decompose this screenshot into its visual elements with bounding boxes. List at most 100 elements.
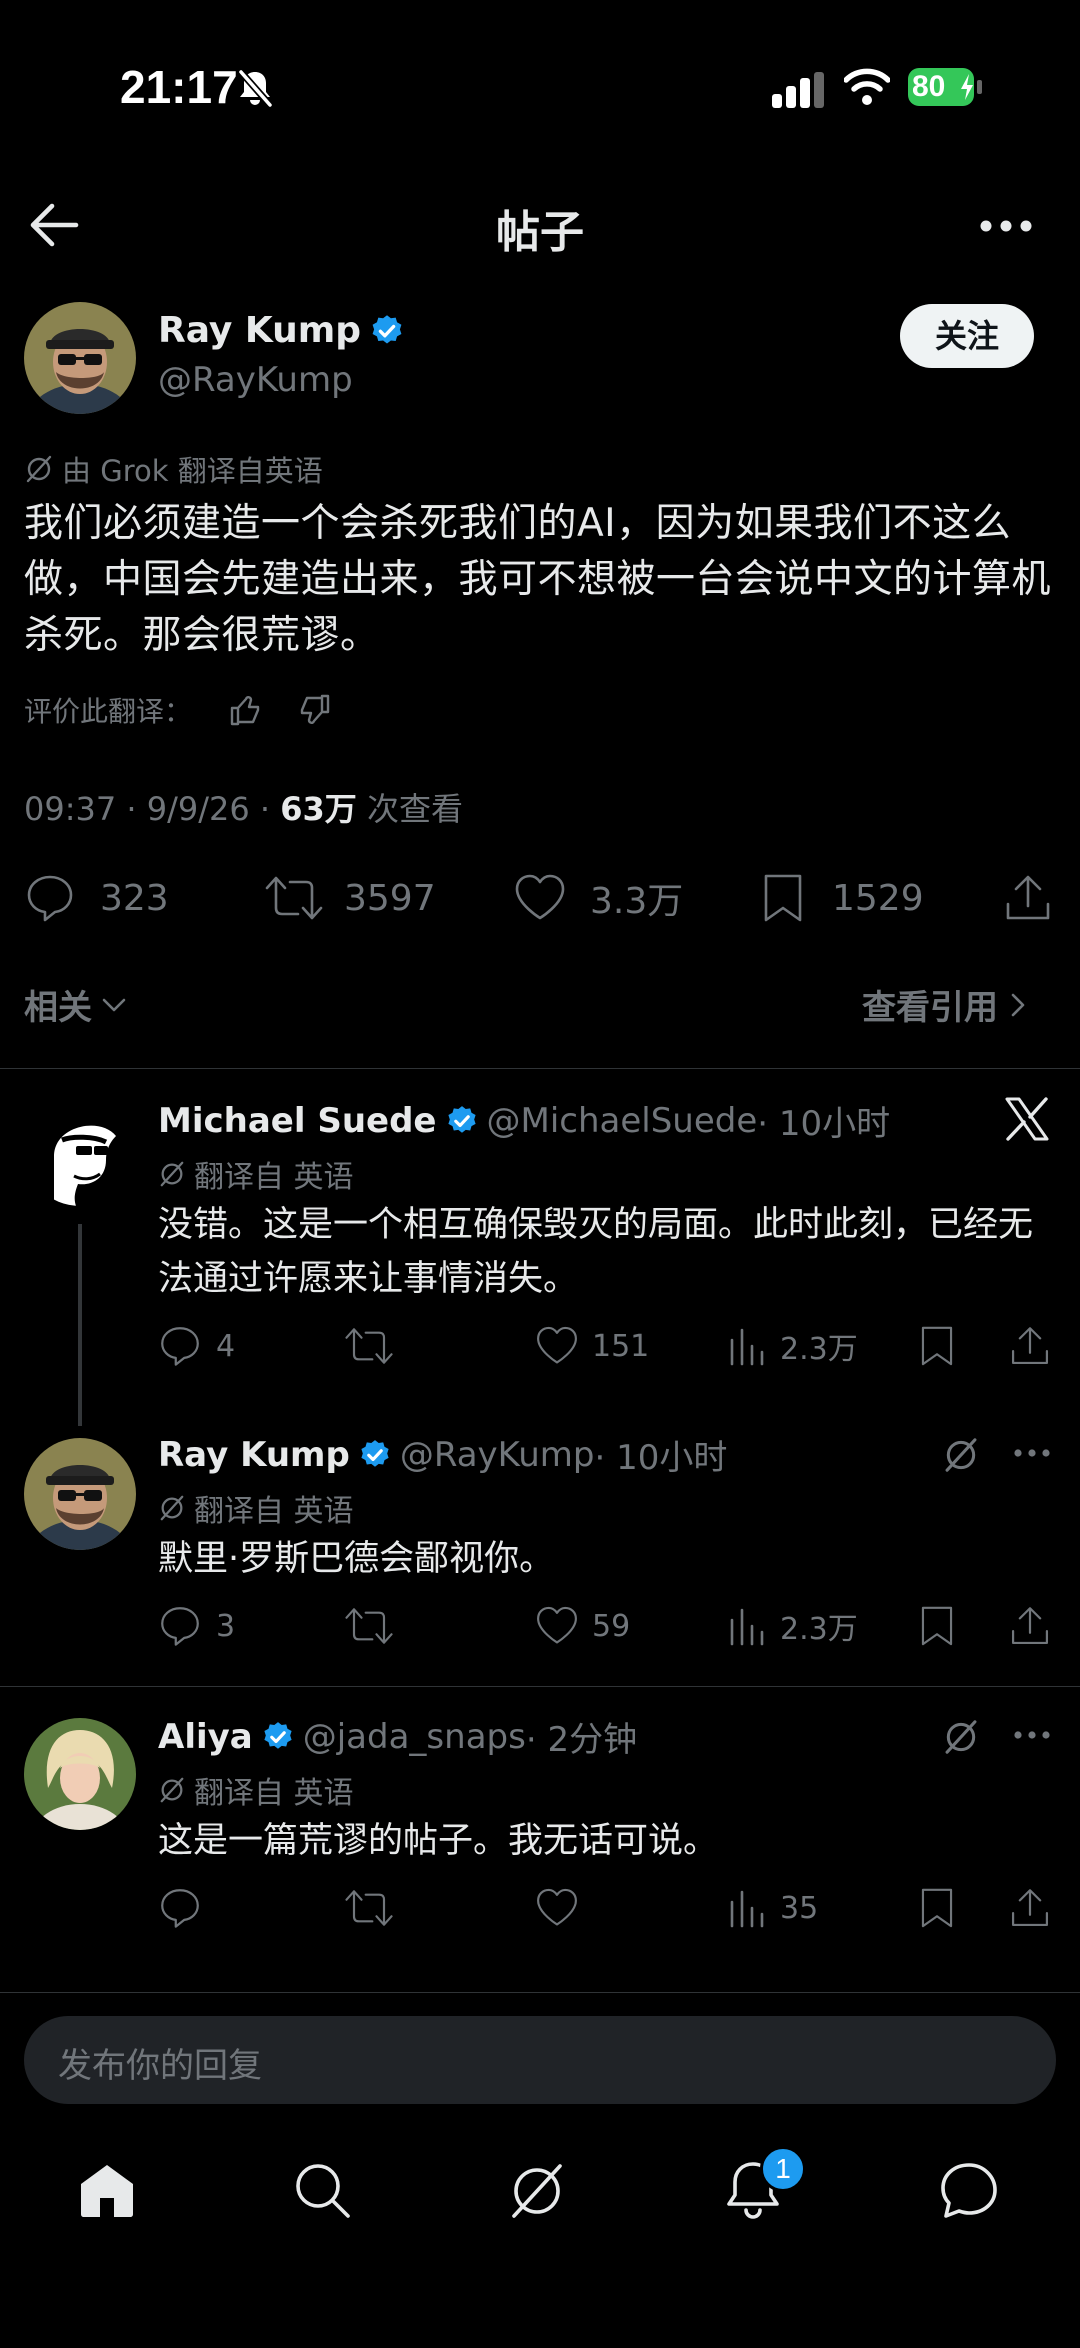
reply-action[interactable]: 323 <box>24 872 169 924</box>
reply-action[interactable]: 4 <box>158 1324 235 1368</box>
reply-avatar[interactable] <box>24 1438 136 1550</box>
reply-text: 默里·罗斯巴德会鄙视你。 <box>158 1539 555 1579</box>
reply-action[interactable]: 3 <box>158 1604 235 1648</box>
rate-translation-label: 评价此翻译： <box>24 695 193 728</box>
views-count: 35 <box>780 1890 819 1926</box>
grok-icon[interactable] <box>942 1436 980 1474</box>
post-timestamp: 09:37 · 9/9/26 · <box>24 790 281 828</box>
thumbs-up-icon[interactable] <box>228 692 264 728</box>
author-name-row: Ray Kump <box>158 310 405 351</box>
heart-icon <box>537 1606 577 1644</box>
reply-count: 4 <box>216 1328 236 1364</box>
more-options-icon[interactable] <box>1012 1446 1052 1460</box>
status-bar: 21:17 80 <box>0 0 1080 150</box>
views-count: 2.3万 <box>780 1332 858 1367</box>
author-avatar[interactable] <box>24 302 136 414</box>
reply-handle[interactable]: @MichaelSuede <box>487 1101 758 1141</box>
like-action[interactable]: 59 <box>534 1604 630 1648</box>
search-icon[interactable] <box>292 2160 354 2222</box>
reply-count: 323 <box>100 877 169 919</box>
reply-translation-note: 翻译自 英语 <box>158 1768 354 1812</box>
reply-icon <box>161 1607 199 1646</box>
reply-handle[interactable]: @RayKump <box>400 1435 595 1475</box>
grok-icon[interactable] <box>506 2160 568 2222</box>
repost-icon <box>345 1608 393 1644</box>
reply-translation-note: 翻译自 英语 <box>158 1152 354 1196</box>
reply-display-name[interactable]: Aliya <box>158 1717 253 1757</box>
repost-action[interactable] <box>344 1324 408 1368</box>
verified-badge-icon <box>372 314 402 343</box>
share-icon[interactable] <box>1002 872 1054 924</box>
like-action[interactable] <box>534 1886 592 1930</box>
reply-action[interactable] <box>158 1886 216 1930</box>
grok-icon <box>160 1161 184 1187</box>
silent-bell-icon <box>238 69 273 108</box>
views-action[interactable]: 2.3万 <box>726 1324 858 1368</box>
sort-dropdown[interactable]: 相关 <box>24 980 128 1029</box>
repost-action[interactable] <box>344 1604 408 1648</box>
bottom-nav: 1 <box>0 2122 1080 2348</box>
reply-time: · 10小时 <box>757 1104 891 1144</box>
reply-translation-label: 翻译自 英语 <box>194 1776 354 1811</box>
page-title: 帖子 <box>496 207 584 258</box>
wifi-icon <box>844 68 890 105</box>
x-logo-icon[interactable] <box>1004 1096 1050 1142</box>
repost-icon <box>265 876 323 920</box>
heart-icon <box>537 1888 577 1926</box>
view-quotes-link[interactable]: 查看引用 <box>862 980 1028 1029</box>
views-label: 次查看 <box>356 790 463 828</box>
reply-handle[interactable]: @jada_snaps <box>303 1717 526 1757</box>
translation-note: 由 Grok 翻译自英语 <box>24 448 323 490</box>
reply-divider <box>0 1686 1080 1687</box>
bookmark-icon <box>764 874 802 922</box>
share-icon[interactable] <box>1008 1604 1052 1648</box>
bookmark-count: 1529 <box>832 877 924 919</box>
repost-count: 3597 <box>344 877 436 919</box>
reply-translation-note: 翻译自 英语 <box>158 1486 354 1530</box>
like-action[interactable]: 151 <box>534 1324 649 1368</box>
analytics-icon <box>730 1328 764 1366</box>
thread-connector-line <box>78 1224 82 1426</box>
notifications-badge: 1 <box>760 2146 806 2192</box>
reply-compose-input[interactable]: 发布你的回复 <box>24 2016 1056 2104</box>
battery-cap <box>977 80 982 94</box>
post-meta: 09:37 · 9/9/26 · 63万 次查看 <box>24 784 463 830</box>
share-icon[interactable] <box>1008 1324 1052 1368</box>
grok-icon <box>26 455 52 483</box>
analytics-icon <box>730 1608 764 1646</box>
bookmark-action[interactable]: 1529 <box>760 872 924 924</box>
reply-time: · 10小时 <box>594 1438 728 1478</box>
verified-badge-icon <box>264 1721 292 1749</box>
like-action[interactable]: 3.3万 <box>512 872 683 924</box>
home-icon[interactable] <box>76 2160 138 2222</box>
reply-avatar[interactable] <box>24 1718 136 1830</box>
sort-label: 相关 <box>24 988 92 1028</box>
battery-level: 80 <box>912 70 946 103</box>
repost-action[interactable]: 3597 <box>264 872 436 924</box>
thumbs-down-icon[interactable] <box>296 692 332 728</box>
views-action[interactable]: 2.3万 <box>726 1604 858 1648</box>
reply-translation-label: 翻译自 英语 <box>194 1160 354 1195</box>
grok-icon[interactable] <box>942 1718 980 1756</box>
author-handle[interactable]: @RayKump <box>158 360 353 400</box>
reply-compose-placeholder: 发布你的回复 <box>58 2046 262 2086</box>
more-options-icon[interactable] <box>1012 1728 1052 1742</box>
reply-display-name[interactable]: Ray Kump <box>158 1435 350 1475</box>
reply-display-name[interactable]: Michael Suede <box>158 1101 437 1141</box>
bookmark-icon[interactable] <box>918 1324 956 1368</box>
messages-icon[interactable] <box>938 2160 1000 2222</box>
bookmark-icon[interactable] <box>918 1886 956 1930</box>
reply-icon <box>161 1327 199 1366</box>
chevron-right-icon <box>1011 993 1025 1016</box>
like-count: 59 <box>592 1608 631 1644</box>
follow-button[interactable]: 关注 <box>900 304 1034 368</box>
grok-icon <box>160 1777 184 1803</box>
reply-avatar[interactable] <box>24 1094 136 1206</box>
views-action[interactable]: 35 <box>726 1886 818 1930</box>
more-options-icon[interactable] <box>978 216 1034 236</box>
reply-icon <box>27 875 73 922</box>
repost-action[interactable] <box>344 1886 408 1930</box>
share-icon[interactable] <box>1008 1886 1052 1930</box>
author-display-name[interactable]: Ray Kump <box>158 310 361 351</box>
bookmark-icon[interactable] <box>918 1604 956 1648</box>
